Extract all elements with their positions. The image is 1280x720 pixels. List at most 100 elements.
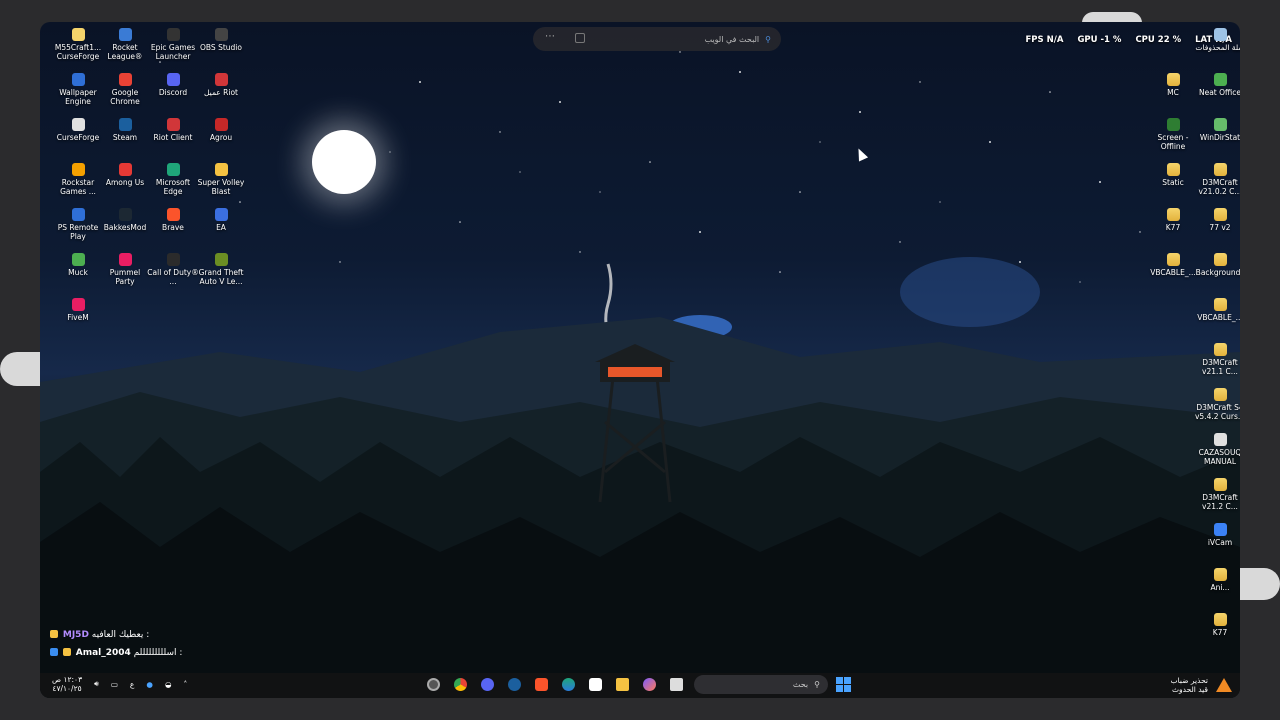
shortcut-label: K77 xyxy=(1212,628,1228,637)
folder-icon xyxy=(1213,613,1227,626)
desktop-shortcut[interactable]: Muck xyxy=(52,253,104,277)
tray-app-icon[interactable]: ◒ xyxy=(165,680,172,689)
discord-taskbar-icon[interactable] xyxy=(478,675,497,694)
desktop-shortcut[interactable]: D3MCraft v21.0.2 C... xyxy=(1194,163,1240,196)
agrou-icon xyxy=(214,118,228,131)
desktop-shortcut[interactable]: Steam xyxy=(99,118,151,142)
copilot-taskbar-icon[interactable] xyxy=(640,675,659,694)
curseforge-icon xyxy=(71,118,85,131)
steam-taskbar-icon[interactable] xyxy=(505,675,524,694)
shortcut-label: Super Volley Blast xyxy=(197,178,245,196)
app-taskbar-icon[interactable] xyxy=(424,675,443,694)
taskbar-search[interactable]: بحث ⚲ xyxy=(694,675,828,694)
desktop-shortcut[interactable]: Riot Client xyxy=(147,118,199,142)
shortcut-label: D3MCraft S4 v5.4.2 Curs... xyxy=(1194,403,1240,421)
chat-text: يعطيك العافيه : xyxy=(91,630,150,640)
stream-chat: MJ5D يعطيك العافيه : Amal_2004 اسللللللل… xyxy=(50,626,290,662)
chevron-up-icon[interactable]: ˄ xyxy=(184,680,188,689)
desktop-shortcut[interactable]: VBCABLE_... xyxy=(1194,298,1240,322)
desktop-shortcut[interactable]: EA xyxy=(195,208,247,232)
shortcut-label: M55Craft1... CurseForge xyxy=(54,43,102,61)
desktop-shortcut[interactable]: K77 xyxy=(1147,208,1199,232)
chrome-taskbar-icon[interactable] xyxy=(451,675,470,694)
clock[interactable]: ١٢:٠٣ ص ٤٧/١٠/٢٥ xyxy=(52,675,82,693)
desktop-shortcut[interactable]: Agrou xyxy=(195,118,247,142)
shortcut-label: Backgrounds xyxy=(1195,268,1240,277)
desktop-shortcut[interactable]: OBS Studio xyxy=(195,28,247,52)
desktop-shortcut[interactable]: Brave xyxy=(147,208,199,232)
desktop-shortcut[interactable]: iVCam xyxy=(1194,523,1240,547)
shortcut-label: D3MCraft v21.1 C... xyxy=(1202,358,1238,376)
folder-icon xyxy=(1213,388,1227,401)
fps-stat: FPS N/A xyxy=(1026,35,1064,45)
shortcut-label: Screen - Offline xyxy=(1157,133,1189,151)
desktop-shortcut[interactable]: CAZASOUQ MANUAL xyxy=(1194,433,1240,466)
display-icon[interactable]: ▭ xyxy=(111,680,118,689)
desktop-shortcut[interactable]: 77 v2 xyxy=(1194,208,1240,232)
store-taskbar-icon[interactable] xyxy=(586,675,605,694)
desktop-shortcut[interactable]: Neat Office xyxy=(1194,73,1240,97)
desktop-shortcut[interactable]: Grand Theft Auto V Le... xyxy=(195,253,247,286)
shortcut-label: سلة المحذوفات xyxy=(1195,43,1240,52)
file-explorer-taskbar-icon[interactable] xyxy=(613,675,632,694)
warning-icon xyxy=(1216,678,1232,692)
shortcut-label: D3MCraft v21.2 C... xyxy=(1202,493,1238,511)
more-options-icon[interactable]: ⋯ xyxy=(545,31,555,42)
edge-taskbar-icon[interactable] xyxy=(559,675,578,694)
desktop-shortcut[interactable]: PS Remote Play xyxy=(52,208,104,241)
weather-widget[interactable]: تحذير ضباب قيد الحدوث xyxy=(1171,676,1232,694)
desktop-shortcut[interactable]: Super Volley Blast xyxy=(195,163,247,196)
desktop-shortcut[interactable]: Screen - Offline xyxy=(1147,118,1199,151)
visual-search-icon[interactable] xyxy=(575,33,585,43)
cpu-stat: CPU 22 % xyxy=(1135,35,1181,45)
desktop-shortcut[interactable]: Wallpaper Engine xyxy=(52,73,104,106)
desktop-shortcut[interactable]: D3MCraft S4 v5.4.2 Curs... xyxy=(1194,388,1240,421)
desktop-shortcut[interactable]: Backgrounds xyxy=(1194,253,1240,277)
desktop-shortcut[interactable]: Ani... xyxy=(1194,568,1240,592)
web-search-widget[interactable]: ⋯ البحث في الويب ⚲ xyxy=(533,27,781,51)
desktop-shortcut[interactable]: Static xyxy=(1147,163,1199,187)
desktop-shortcut[interactable]: WinDirStat xyxy=(1194,118,1240,142)
brave-taskbar-icon[interactable] xyxy=(532,675,551,694)
desktop-shortcut[interactable]: Google Chrome xyxy=(99,73,151,106)
desktop-shortcut[interactable]: M55Craft1... CurseForge xyxy=(52,28,104,61)
shortcut-label: WinDirStat xyxy=(1199,133,1240,142)
desktop-shortcut[interactable]: MC xyxy=(1147,73,1199,97)
desktop-shortcut[interactable]: VBCABLE_... xyxy=(1147,253,1199,277)
rocket-league-icon xyxy=(118,28,132,41)
shortcut-label: Muck xyxy=(68,268,88,277)
shortcut-label: EA xyxy=(216,223,226,232)
desktop-shortcut[interactable]: CurseForge xyxy=(52,118,104,142)
shortcut-label: D3MCraft v21.0.2 C... xyxy=(1198,178,1240,196)
desktop-shortcut[interactable]: Microsoft Edge xyxy=(147,163,199,196)
desktop-shortcut[interactable]: BakkesMod xyxy=(99,208,151,232)
volume-icon[interactable]: 🔊︎ xyxy=(94,679,99,689)
fps-label: FPS xyxy=(1025,35,1044,45)
desktop-shortcut[interactable]: Rocket League® xyxy=(99,28,151,61)
desktop-shortcut[interactable]: D3MCraft v21.2 C... xyxy=(1194,478,1240,511)
riot-client-icon xyxy=(166,118,180,131)
desktop-shortcut[interactable]: Call of Duty® ... xyxy=(147,253,199,286)
desktop-shortcut[interactable]: K77 xyxy=(1194,613,1240,637)
desktop-shortcut[interactable]: Rockstar Games ... xyxy=(52,163,104,196)
microphone-icon[interactable]: ● xyxy=(146,680,153,689)
desktop-shortcut[interactable]: D3MCraft v21.1 C... xyxy=(1194,343,1240,376)
shortcut-label: Grand Theft Auto V Le... xyxy=(198,268,244,286)
start-button[interactable] xyxy=(836,677,851,692)
task-view-taskbar-icon[interactable] xyxy=(667,675,686,694)
desktop-shortcut[interactable]: FiveM xyxy=(52,298,104,322)
desktop-shortcut[interactable]: Pummel Party xyxy=(99,253,151,286)
desktop-shortcut[interactable]: Discord xyxy=(147,73,199,97)
chat-text: اسلللللللللم : xyxy=(133,648,183,658)
desktop-shortcut[interactable]: Among Us xyxy=(99,163,151,187)
desktop-shortcut[interactable]: Epic Games Launcher xyxy=(147,28,199,61)
desktop-shortcut[interactable]: عميل Riot xyxy=(195,73,247,97)
folder-icon xyxy=(1166,73,1180,86)
shortcut-label: Call of Duty® ... xyxy=(147,268,199,286)
language-indicator[interactable]: ع xyxy=(130,680,134,689)
clock-time: ١٢:٠٣ ص xyxy=(52,675,83,684)
shortcut-label: BakkesMod xyxy=(103,223,147,232)
document-icon xyxy=(1213,433,1227,446)
taskbar-search-placeholder: بحث xyxy=(792,680,809,689)
desktop-shortcut[interactable]: سلة المحذوفات xyxy=(1194,28,1240,52)
